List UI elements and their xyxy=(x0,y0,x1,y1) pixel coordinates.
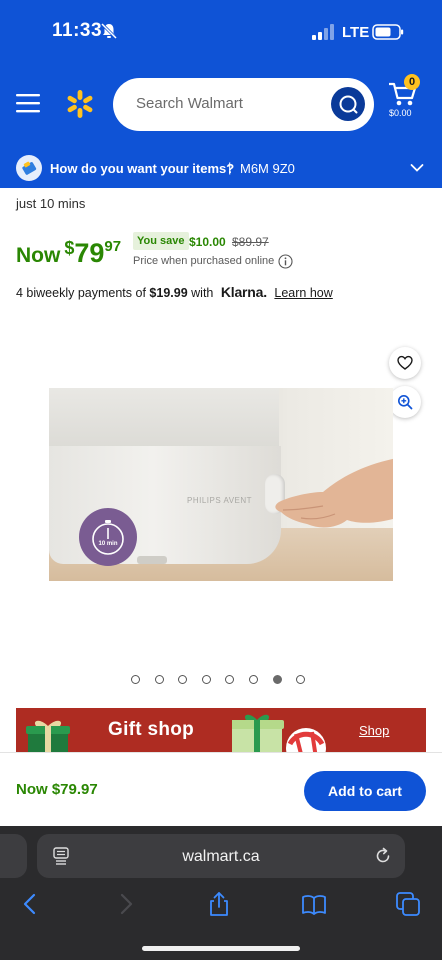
back-icon[interactable] xyxy=(16,890,44,918)
carousel-dot[interactable] xyxy=(131,675,140,684)
carousel-dot[interactable] xyxy=(201,675,211,684)
gift-shop-link[interactable]: Shop xyxy=(359,723,389,738)
cart-total: $0.00 xyxy=(389,108,412,118)
was-price: $89.97 xyxy=(232,235,269,249)
klarna-with: with xyxy=(191,286,214,300)
hand-illustration xyxy=(275,458,393,528)
delivery-question: How do you want your items? xyxy=(50,161,235,176)
device-tank xyxy=(49,388,279,448)
klarna-payment-info: 4 biweekly payments of $19.99 with Klarn… xyxy=(16,284,333,300)
carousel-dot[interactable] xyxy=(225,675,235,684)
bell-off-icon xyxy=(100,22,118,40)
device-brand-text: PHILIPS AVENT xyxy=(187,496,253,505)
timer-badge: 10 min xyxy=(79,508,137,566)
price-note: Price when purchased online xyxy=(133,255,275,267)
price-now-label: Now xyxy=(16,244,61,267)
delivery-selector[interactable]: How do you want your items? | M6M 9Z0 xyxy=(0,150,442,188)
klarna-amount: $19.99 xyxy=(149,286,188,300)
carousel-indicator xyxy=(131,675,306,685)
carousel-dot[interactable] xyxy=(272,675,282,684)
forward-icon[interactable] xyxy=(112,890,140,918)
klarna-learn-how-link[interactable]: Learn how xyxy=(274,286,332,300)
gift-shop-title: Gift shop xyxy=(108,719,195,740)
cart-count-badge: 0 xyxy=(404,74,420,90)
delivery-note: just 10 mins xyxy=(16,196,86,211)
reload-icon[interactable] xyxy=(373,846,393,866)
klarna-logo: Klarna. xyxy=(220,284,267,300)
product-image[interactable]: PHILIPS AVENT 10 min xyxy=(49,388,393,581)
favorite-button[interactable] xyxy=(389,347,421,379)
battery-icon xyxy=(372,24,404,40)
menu-icon[interactable] xyxy=(16,92,40,114)
carousel-dot[interactable] xyxy=(296,675,306,684)
carousel-dot[interactable] xyxy=(178,675,188,684)
browser-chrome: walmart.ca xyxy=(0,826,442,960)
delivery-postal-code: M6M 9Z0 xyxy=(240,161,295,176)
home-indicator xyxy=(142,946,300,951)
delivery-separator: | xyxy=(228,160,232,175)
carousel-dot[interactable] xyxy=(154,675,164,684)
bookmarks-icon[interactable] xyxy=(300,890,328,918)
search-input[interactable]: Search Walmart xyxy=(113,78,374,131)
share-icon[interactable] xyxy=(205,890,233,918)
klarna-prefix: 4 biweekly payments of xyxy=(16,286,146,300)
price-cents: 97 xyxy=(104,238,122,255)
gift-boxes-icon xyxy=(232,714,326,752)
carousel-dot[interactable] xyxy=(248,675,258,684)
zoom-button[interactable] xyxy=(389,386,421,418)
search-icon xyxy=(339,95,358,114)
walmart-spark-logo[interactable] xyxy=(64,88,96,120)
zoom-in-icon xyxy=(398,395,413,410)
info-icon[interactable] xyxy=(278,254,293,269)
search-placeholder: Search Walmart xyxy=(136,95,243,112)
stopwatch-icon xyxy=(92,520,124,555)
heart-icon xyxy=(397,355,413,370)
bottom-action-bar: Now $79.97 Add to cart xyxy=(0,752,442,826)
url-text: walmart.ca xyxy=(182,848,260,865)
product-page: 11:33 LTE Search Walmart 0 $0.00 How do … xyxy=(0,0,442,960)
price-dollars: 79 xyxy=(74,238,105,268)
save-amount: $10.00 xyxy=(189,235,226,249)
status-time: 11:33 xyxy=(52,20,103,41)
browser-toolbar xyxy=(0,890,442,920)
you-save-badge: You save xyxy=(133,232,189,250)
network-label: LTE xyxy=(342,24,370,41)
header: 11:33 LTE Search Walmart 0 $0.00 xyxy=(0,0,442,150)
current-price: Now $ 79 97 xyxy=(16,236,121,269)
delivery-icon xyxy=(16,155,42,181)
device-foot xyxy=(137,556,167,564)
timer-label: 10 min xyxy=(98,541,118,547)
gift-box-icon xyxy=(26,720,70,752)
gift-shop-banner[interactable]: Gift shop Shop xyxy=(16,708,426,752)
previous-tab[interactable] xyxy=(0,834,27,878)
price-currency: $ xyxy=(64,238,75,258)
chevron-down-icon xyxy=(410,164,424,172)
signal-icon xyxy=(312,24,334,40)
search-button[interactable] xyxy=(331,87,365,121)
bottom-price: Now $79.97 xyxy=(16,781,98,798)
tabs-icon[interactable] xyxy=(394,890,422,918)
address-bar[interactable]: walmart.ca xyxy=(37,834,405,878)
add-to-cart-button[interactable]: Add to cart xyxy=(304,771,426,811)
